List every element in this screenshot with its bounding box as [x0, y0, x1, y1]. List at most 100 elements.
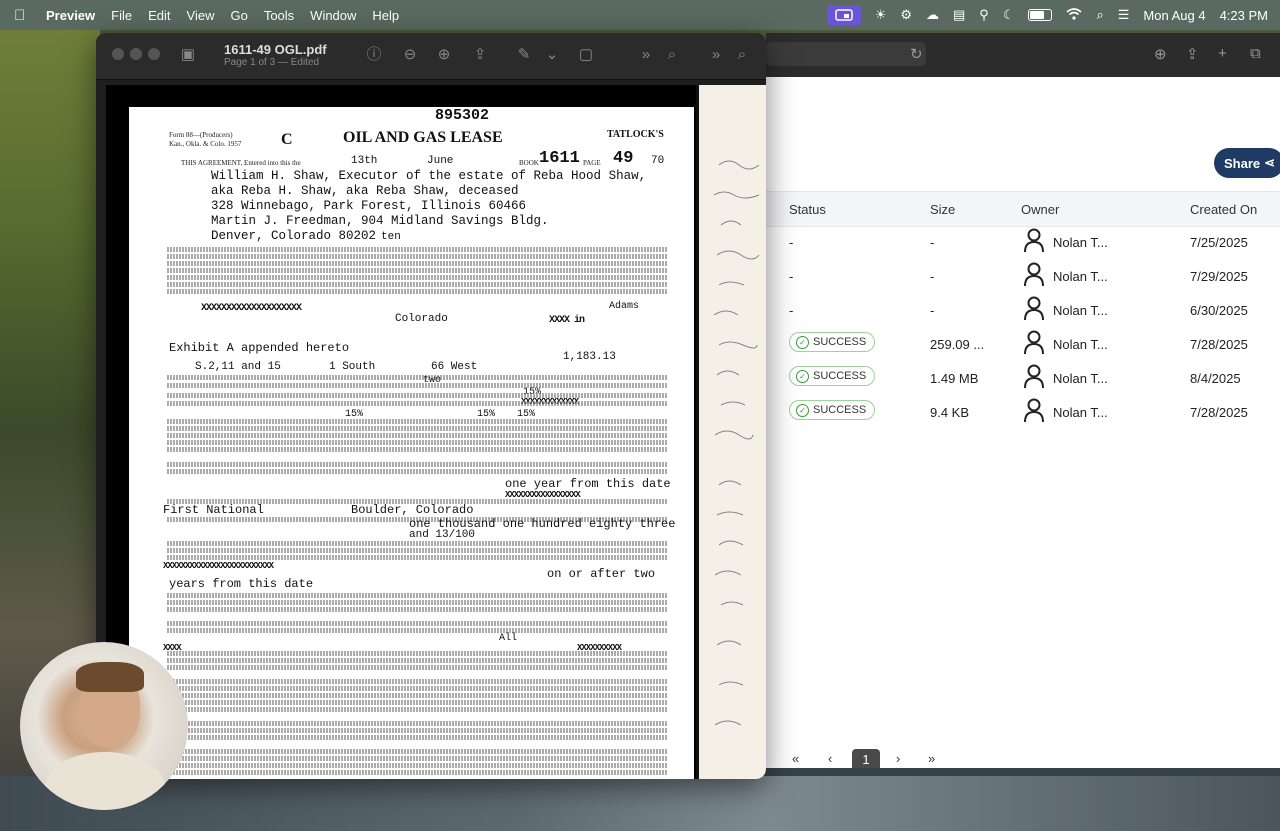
- share-icon[interactable]: ⇪: [470, 45, 490, 65]
- row-status: SUCCESS: [813, 336, 867, 348]
- all-clause: All: [499, 633, 518, 644]
- more-chevron-icon[interactable]: »: [636, 45, 656, 65]
- tool-icon[interactable]: ⚲: [979, 7, 989, 23]
- book-label: BOOK: [519, 159, 539, 167]
- fine-print: [167, 665, 667, 670]
- header-status[interactable]: Status: [789, 202, 826, 217]
- fine-print: [167, 254, 667, 259]
- table-row[interactable]: ✓ SUCCESS 9.4 KB Nolan T... 7/28/2025: [766, 395, 1280, 429]
- adjacent-page-scan: [696, 85, 766, 779]
- new-tab-icon[interactable]: +: [1218, 45, 1227, 62]
- table-row[interactable]: - - Nolan T... 7/25/2025: [766, 225, 1280, 259]
- focus-moon-icon[interactable]: ☾: [1003, 7, 1015, 23]
- brightness-icon[interactable]: ☀: [875, 7, 887, 23]
- agreement-day: 13th: [351, 155, 378, 167]
- menu-file[interactable]: File: [111, 8, 132, 23]
- menu-time[interactable]: 4:23 PM: [1220, 8, 1268, 23]
- download-icon[interactable]: ⊕: [1154, 45, 1167, 63]
- preview-window: ▣ 1611-49 OGL.pdf Page 1 of 3 — Edited ⓘ…: [96, 33, 766, 779]
- fine-print: [167, 541, 667, 546]
- page-current-button[interactable]: 1: [852, 749, 880, 768]
- page-prev-button[interactable]: ‹: [828, 751, 832, 766]
- user-icon: [1024, 228, 1044, 253]
- fine-print: [167, 763, 667, 768]
- fine-print: [167, 275, 667, 280]
- page-label: PAGE: [583, 159, 601, 167]
- close-button[interactable]: [112, 48, 124, 60]
- screen-record-icon[interactable]: [826, 5, 861, 25]
- tab-overview-icon[interactable]: ⧉: [1250, 45, 1261, 62]
- zoom-out-icon[interactable]: ⊖: [400, 45, 420, 65]
- menu-view[interactable]: View: [187, 8, 215, 23]
- menu-help[interactable]: Help: [372, 8, 399, 23]
- fine-print: [167, 658, 667, 663]
- table-row[interactable]: ✓ SUCCESS 1.49 MB Nolan T... 8/4/2025: [766, 361, 1280, 395]
- lessor-line: aka Reba H. Shaw, aka Reba Shaw, decease…: [211, 184, 519, 198]
- agreement-month: June: [427, 155, 454, 167]
- markup-pen-icon[interactable]: ✎: [514, 45, 534, 65]
- header-created[interactable]: Created On: [1190, 202, 1257, 217]
- page-next-button[interactable]: ›: [896, 751, 900, 766]
- menu-extras: ☀ ⚙ ☁ ▤ ⚲ ☾ ⌕ ☰ Mon Aug 4 4:23 PM: [826, 0, 1268, 30]
- webcam-overlay[interactable]: [20, 642, 188, 810]
- page-number: 49: [613, 149, 634, 168]
- reload-icon[interactable]: ↻: [910, 45, 923, 63]
- share-toolbar-icon[interactable]: ⇪: [1186, 45, 1199, 63]
- one-year-clause: one year from this date: [505, 477, 671, 491]
- address-bar[interactable]: [766, 42, 926, 66]
- menu-app-name[interactable]: Preview: [46, 8, 95, 23]
- fine-print: [167, 756, 667, 761]
- menu-window[interactable]: Window: [310, 8, 356, 23]
- fine-print: [167, 700, 667, 705]
- more-chevron-icon[interactable]: »: [706, 45, 726, 65]
- fine-print: [167, 749, 667, 754]
- search-icon[interactable]: ⌕: [732, 45, 752, 65]
- zoom-in-icon[interactable]: ⊕: [434, 45, 454, 65]
- menu-tools[interactable]: Tools: [264, 8, 294, 23]
- page-first-button[interactable]: «: [792, 751, 799, 766]
- battery-icon[interactable]: [1028, 9, 1053, 21]
- wifi-icon[interactable]: [1066, 7, 1083, 23]
- check-icon: ✓: [796, 403, 809, 417]
- menu-go[interactable]: Go: [230, 8, 247, 23]
- chevron-down-icon[interactable]: ⌄: [542, 45, 562, 65]
- lease-title: OIL AND GAS LEASE: [343, 129, 503, 146]
- fine-print: [167, 735, 667, 740]
- user-icon: [1024, 296, 1044, 321]
- header-owner[interactable]: Owner: [1021, 202, 1059, 217]
- weather-icon[interactable]: ☁: [926, 7, 939, 23]
- page-last-button[interactable]: »: [928, 751, 935, 766]
- success-badge: ✓ SUCCESS: [789, 332, 876, 352]
- minimize-button[interactable]: [130, 48, 142, 60]
- extension-icon[interactable]: ⚙: [900, 7, 912, 23]
- search-icon[interactable]: ⌕: [1096, 7, 1103, 23]
- pagination: « ‹ 1 › »: [766, 749, 1280, 768]
- document-subtitle: Page 1 of 3 — Edited: [224, 57, 320, 68]
- fine-print: [167, 548, 667, 553]
- apple-icon[interactable]: : [14, 7, 36, 24]
- menu-edit[interactable]: Edit: [148, 8, 170, 23]
- row-size: -: [930, 235, 935, 250]
- share-button[interactable]: Share ⋖: [1214, 148, 1280, 178]
- fine-print: [167, 375, 667, 380]
- user-icon: [1024, 262, 1044, 287]
- sidebar-icon[interactable]: ▣: [178, 45, 198, 65]
- row-status: -: [789, 235, 794, 250]
- clipboard-icon[interactable]: ▤: [953, 7, 965, 23]
- search-icon[interactable]: ⌕: [662, 45, 682, 65]
- browser-window: ↻ ⊕ ⇪ + ⧉ Share ⋖ Status Size Owner Crea…: [766, 33, 1280, 768]
- fine-print: [167, 401, 667, 406]
- control-center-icon[interactable]: ☰: [1118, 7, 1130, 23]
- table-row[interactable]: - - Nolan T... 7/29/2025: [766, 259, 1280, 293]
- info-icon[interactable]: ⓘ: [364, 45, 384, 65]
- table-row[interactable]: ✓ SUCCESS 259.09 ... Nolan T... 7/28/2025: [766, 327, 1280, 361]
- table-row[interactable]: - - Nolan T... 6/30/2025: [766, 293, 1280, 327]
- zoom-button[interactable]: [148, 48, 160, 60]
- menu-date[interactable]: Mon Aug 4: [1143, 8, 1205, 23]
- row-owner: Nolan T...: [1053, 235, 1108, 250]
- fine-print: [167, 651, 667, 656]
- rotate-icon[interactable]: ▢: [576, 45, 596, 65]
- header-size[interactable]: Size: [930, 202, 955, 217]
- row-created: 7/28/2025: [1190, 337, 1248, 352]
- row-status: -: [789, 303, 794, 318]
